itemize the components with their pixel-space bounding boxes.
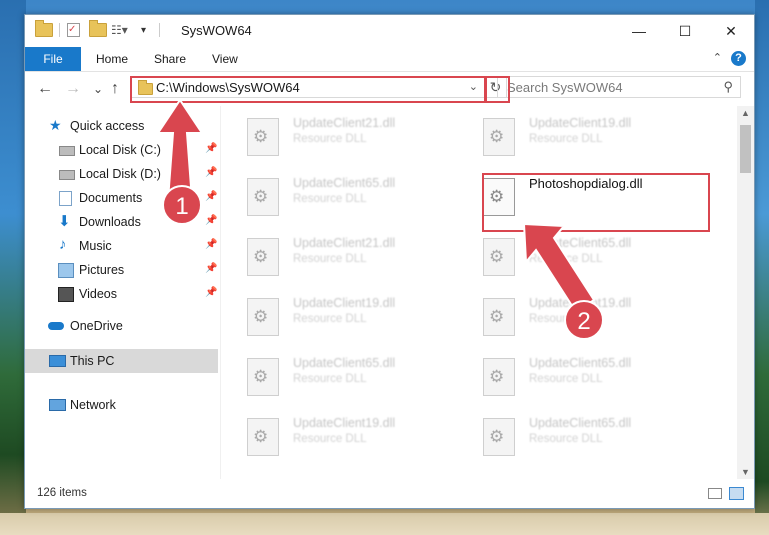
file-item[interactable]: UpdateClient65.dll Resource DLL [221,346,451,400]
file-list: UpdateClient21.dll Resource DLL UpdateCl… [221,106,735,479]
large-icons-view-icon[interactable] [729,487,744,500]
close-button[interactable]: ✕ [708,15,754,47]
maximize-button[interactable]: ☐ [662,15,708,47]
dll-file-icon [483,418,515,456]
file-item[interactable]: UpdateClient21.dll Resource DLL [221,106,451,160]
desktop-background-left [0,0,26,535]
computer-icon [49,355,66,367]
tab-home[interactable]: Home [96,47,128,71]
scroll-up-icon[interactable]: ▲ [741,108,750,118]
file-item[interactable]: UpdateClient19.dll Resource DLL [221,406,451,460]
file-item[interactable]: UpdateClient21.dll Resource DLL [221,226,451,280]
sidebar-item-local-disk-c[interactable]: Local Disk (C:) 📌 [25,138,218,162]
window-title: SysWOW64 [181,23,252,38]
details-view-icon[interactable] [708,488,722,499]
file-item[interactable]: UpdateClient65.dll Resource DLL [221,166,451,220]
dll-file-icon [247,178,279,216]
ribbon-tabs: File Home Share View ⌃ ? [25,47,754,72]
quick-access-dropdown-icon[interactable]: ▾ [141,25,146,36]
tab-view[interactable]: View [212,47,238,71]
annotation-badge-1: 1 [162,185,202,225]
collapse-ribbon-icon[interactable]: ⌃ [713,51,722,64]
folder-icon [35,20,53,37]
sidebar-item-local-disk-d[interactable]: Local Disk (D:) 📌 [25,162,218,186]
refresh-highlight-box [484,76,510,103]
file-item[interactable]: UpdateClient19.dll Resource DLL [457,106,687,160]
dll-file-icon [483,298,515,336]
customize-toolbar-icon[interactable]: ☷▾ [111,23,128,37]
drive-icon [59,170,75,180]
dll-file-icon [247,118,279,156]
dll-file-icon [483,238,515,276]
new-folder-icon[interactable] [89,20,107,37]
navigation-pane: ★ Quick access Local Disk (C:) 📌 Local D… [25,106,218,479]
drive-icon [59,146,75,156]
dll-file-icon [483,118,515,156]
scroll-down-icon[interactable]: ▼ [741,467,750,477]
network-icon [49,399,66,411]
search-input[interactable]: Search SysWOW64 ⚲ [497,76,741,98]
documents-icon [59,191,72,206]
sidebar-item-videos[interactable]: Videos 📌 [25,282,218,306]
vertical-scrollbar[interactable]: ▲ ▼ [737,106,754,479]
sidebar-item-network[interactable]: Network [25,393,218,417]
status-bar: 126 items [25,480,754,508]
videos-icon [58,287,74,302]
pin-icon[interactable]: 📌 [205,143,217,154]
file-highlight-box [482,173,710,232]
file-item[interactable]: UpdateClient65.dll Resource DLL [457,346,687,400]
desktop-background-bottom [0,513,769,535]
download-icon: ⬇ [58,213,71,230]
search-placeholder: Search SysWOW64 [507,80,623,95]
forward-button[interactable]: → [65,80,81,98]
dll-file-icon [247,238,279,276]
sidebar-item-this-pc[interactable]: This PC [25,349,218,373]
sidebar-item-pictures[interactable]: Pictures 📌 [25,258,218,282]
scrollbar-thumb[interactable] [740,125,751,173]
minimize-button[interactable]: — [616,15,662,47]
address-highlight-box [130,76,487,103]
help-icon[interactable]: ? [731,51,746,66]
pin-icon[interactable]: 📌 [205,239,217,250]
dll-file-icon [247,418,279,456]
title-bar: ✓ ☷▾ ▾ SysWOW64 — ☐ ✕ [25,15,754,47]
toolbar-separator [59,23,60,37]
search-icon: ⚲ [723,79,733,94]
file-item[interactable]: UpdateClient65.dll Resource DLL [457,226,687,280]
dll-file-icon [247,298,279,336]
pin-icon[interactable]: 📌 [205,167,217,178]
tab-share[interactable]: Share [154,47,186,71]
dll-file-icon [247,358,279,396]
sidebar-item-music[interactable]: ♪ Music 📌 [25,234,218,258]
recent-locations-button[interactable]: ⌄ [93,82,103,96]
desktop-background-right [755,0,769,535]
pin-icon[interactable]: 📌 [205,287,217,298]
dll-file-icon [483,358,515,396]
back-button[interactable]: ← [37,80,53,98]
item-count: 126 items [37,487,87,499]
up-button[interactable]: ↑ [111,80,119,98]
music-icon: ♪ [59,236,67,253]
explorer-window: ✓ ☷▾ ▾ SysWOW64 — ☐ ✕ File Home Share Vi… [24,14,755,509]
properties-icon[interactable]: ✓ [67,23,80,37]
file-item[interactable]: UpdateClient19.dll Resource DLL [221,286,451,340]
pin-icon[interactable]: 📌 [205,191,217,202]
tab-file[interactable]: File [25,47,81,71]
file-item[interactable]: UpdateClient65.dll Resource DLL [457,406,687,460]
sidebar-item-quick-access[interactable]: ★ Quick access [25,114,218,138]
sidebar-item-onedrive[interactable]: OneDrive [25,314,218,338]
pictures-icon [58,263,74,278]
cloud-icon [48,322,64,330]
pin-icon[interactable]: 📌 [205,215,217,226]
pin-icon[interactable]: 📌 [205,263,217,274]
title-separator [159,23,160,37]
star-icon: ★ [49,117,62,133]
annotation-badge-2: 2 [564,300,604,340]
